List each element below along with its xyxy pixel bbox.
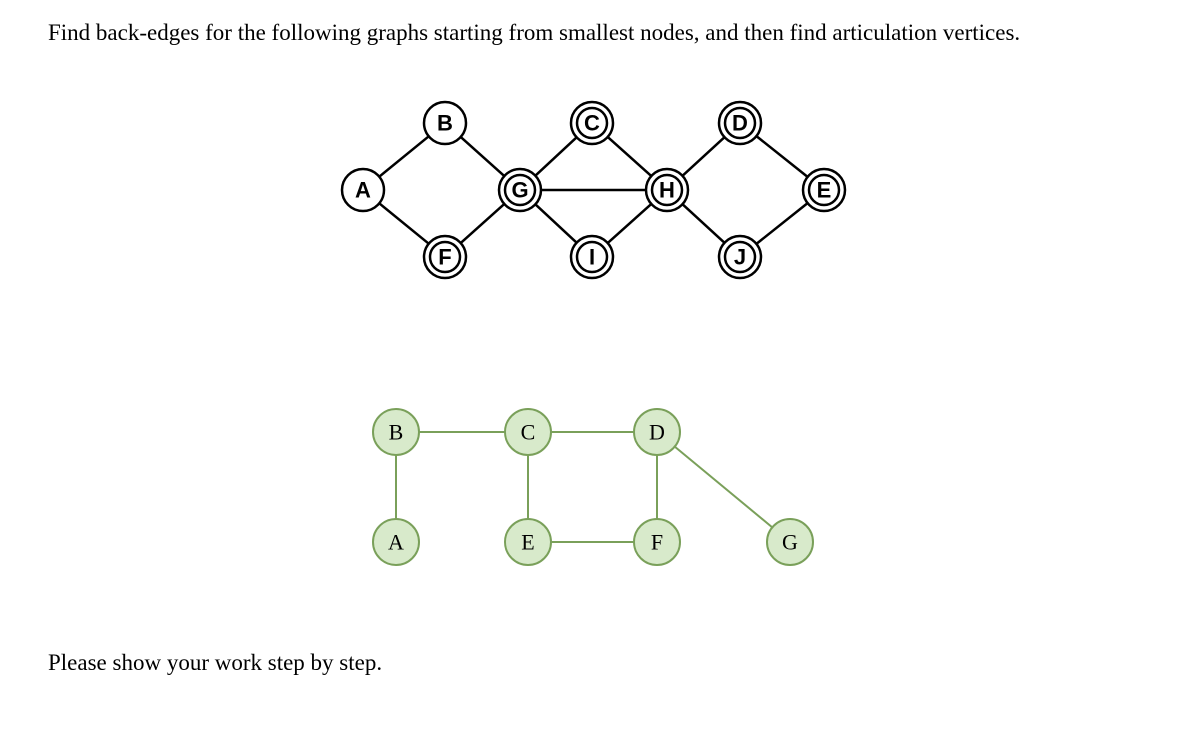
g1-edge-G-C bbox=[535, 137, 576, 175]
g2-node-A: A bbox=[373, 519, 419, 565]
diagram-stage: A B C D E F G H I J A B C D E F G bbox=[0, 0, 1200, 739]
g1-node-label-D: D bbox=[732, 111, 748, 136]
g2-node-F: F bbox=[634, 519, 680, 565]
g1-node-label-A: A bbox=[355, 178, 371, 203]
g1-node-D: D bbox=[719, 102, 761, 144]
g2-node-E: E bbox=[505, 519, 551, 565]
g1-edge-A-F bbox=[379, 203, 428, 243]
g1-node-A: A bbox=[342, 169, 384, 211]
g1-edge-D-E bbox=[756, 136, 807, 177]
g1-edge-F-G bbox=[461, 204, 505, 243]
graph1-edges bbox=[379, 136, 807, 244]
g1-node-label-E: E bbox=[817, 178, 832, 203]
g2-node-D: D bbox=[634, 409, 680, 455]
g1-node-F: F bbox=[424, 236, 466, 278]
g1-edge-I-H bbox=[608, 204, 652, 243]
g1-node-label-J: J bbox=[734, 245, 746, 270]
g1-node-label-C: C bbox=[584, 111, 600, 136]
g1-node-G: G bbox=[499, 169, 541, 211]
g1-edge-A-B bbox=[379, 136, 428, 176]
g1-node-label-B: B bbox=[437, 111, 453, 136]
g2-node-label-F: F bbox=[651, 530, 663, 555]
g1-node-label-I: I bbox=[589, 245, 595, 270]
g2-edge-D-G bbox=[675, 447, 773, 528]
g1-edge-B-G bbox=[461, 137, 505, 176]
g1-node-label-F: F bbox=[438, 245, 451, 270]
g1-edge-J-E bbox=[756, 203, 807, 244]
g1-node-J: J bbox=[719, 236, 761, 278]
g1-edge-G-I bbox=[535, 204, 576, 242]
g2-node-label-B: B bbox=[389, 420, 404, 445]
g2-node-label-A: A bbox=[388, 530, 404, 555]
g1-edge-H-J bbox=[682, 204, 724, 243]
g1-node-H: H bbox=[646, 169, 688, 211]
g1-node-label-H: H bbox=[659, 178, 675, 203]
g1-edge-H-D bbox=[682, 137, 724, 176]
g1-node-B: B bbox=[424, 102, 466, 144]
footer-text: Please show your work step by step. bbox=[48, 650, 382, 676]
graph2-edges bbox=[396, 432, 772, 542]
g2-node-label-G: G bbox=[782, 530, 798, 555]
g1-edge-C-H bbox=[608, 137, 652, 176]
g2-node-B: B bbox=[373, 409, 419, 455]
g2-node-label-D: D bbox=[649, 420, 665, 445]
g1-node-C: C bbox=[571, 102, 613, 144]
g1-node-I: I bbox=[571, 236, 613, 278]
g2-node-C: C bbox=[505, 409, 551, 455]
g2-node-label-C: C bbox=[521, 420, 536, 445]
g1-node-E: E bbox=[803, 169, 845, 211]
g2-node-label-E: E bbox=[521, 530, 534, 555]
g2-node-G: G bbox=[767, 519, 813, 565]
g1-node-label-G: G bbox=[511, 178, 528, 203]
